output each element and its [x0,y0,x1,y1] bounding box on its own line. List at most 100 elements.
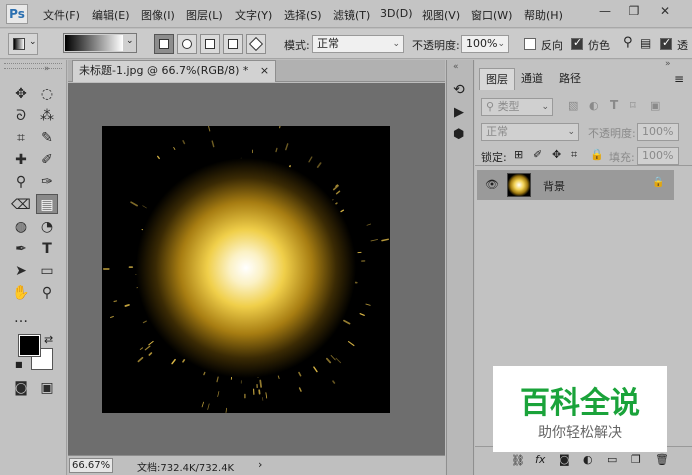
menu-type[interactable]: 文字(Y) [235,7,272,23]
eyedropper-icon[interactable]: ✎ [36,128,58,148]
fill-field[interactable]: 100% [637,147,679,165]
lock-position-icon[interactable]: ✥ [552,148,561,161]
menu-file[interactable]: 文件(F) [43,7,80,23]
type-tool-icon[interactable]: T [36,239,58,259]
opacity-field[interactable]: 100% ⌄ [461,35,509,53]
menu-layer[interactable]: 图层(L) [186,7,223,23]
crop-tool-icon[interactable]: ⌗ [10,128,32,148]
fx-icon[interactable]: fx [535,453,545,466]
lock-all-icon[interactable]: 🔒 [590,148,604,161]
menu-3d[interactable]: 3D(D) [380,7,413,20]
document-tab[interactable]: 未标题-1.jpg @ 66.7%(RGB/8) * × [72,60,277,82]
hand-tool-icon[interactable]: ✋ [10,283,32,303]
collapse-icon[interactable]: » [44,64,50,74]
pen-tool-icon[interactable]: ✒ [10,239,32,259]
clone-stamp-icon[interactable]: ⚲ [10,172,32,192]
tab-channels[interactable]: 通道 [515,68,549,90]
gradient-picker[interactable]: ⌄ [63,33,137,53]
toolbox-grip[interactable] [4,63,62,69]
lock-image-icon[interactable]: ✐ [533,148,542,161]
link-layers-icon[interactable]: ⛓ [511,454,525,467]
image-canvas[interactable] [102,126,390,413]
expand-icon[interactable]: » [665,59,671,69]
tab-layers[interactable]: 图层 [479,68,515,90]
close-tab-icon[interactable]: × [260,64,269,77]
menu-edit[interactable]: 编辑(E) [92,7,130,23]
status-menu-arrow[interactable]: › [258,458,262,471]
more-tools-icon[interactable]: … [10,308,32,328]
collapse-icon[interactable]: « [453,62,459,72]
layer-row[interactable]: 👁 背景 🔒 [477,170,674,200]
path-selection-icon[interactable]: ➤ [10,261,32,281]
diamond-gradient-button[interactable] [246,34,266,54]
add-mask-icon[interactable]: ◙ [559,453,570,466]
reverse-checkbox[interactable] [524,38,536,50]
zoom-field[interactable]: 66.67% [69,458,113,473]
foreground-color-swatch[interactable] [19,335,40,356]
marquee-tool-icon[interactable]: ◌ [36,84,58,104]
reflected-gradient-button[interactable] [223,34,243,54]
magic-wand-icon[interactable]: ⁂ [36,106,58,126]
workspace-icon[interactable]: ▤ [640,36,651,50]
history-panel-icon[interactable]: ⟲ [453,82,465,98]
angle-gradient-button[interactable] [200,34,220,54]
quick-mask-icon[interactable]: ◙ [10,378,32,398]
gradient-tool-icon[interactable]: ▤ [36,194,58,214]
tool-preset-picker[interactable]: ⌄ [8,33,38,55]
minimize-icon[interactable]: — [592,2,618,20]
rectangle-tool-icon[interactable]: ▭ [36,261,58,281]
default-colors-icon[interactable]: ■ [15,360,23,369]
layer-opacity-field[interactable]: 100% [637,123,679,141]
menu-window[interactable]: 窗口(W) [471,7,512,23]
menu-view[interactable]: 视图(V) [422,7,460,23]
lasso-tool-icon[interactable]: ᘐ [10,106,32,126]
menu-help[interactable]: 帮助(H) [524,7,563,23]
linear-gradient-button[interactable] [154,34,174,54]
actions-panel-icon[interactable]: ▶ [454,105,464,120]
screen-mode-icon[interactable]: ▣ [36,378,58,398]
swap-colors-icon[interactable]: ⇄ [44,333,53,346]
panel-menu-icon[interactable]: ≡ [674,72,684,86]
3d-panel-icon[interactable]: ⬢ [453,127,464,142]
lock-transparent-icon[interactable]: ⊞ [514,148,523,161]
adjustment-filter-icon[interactable]: ◐ [589,99,599,112]
mode-select[interactable]: 正常 ⌄ [312,35,404,53]
adjustment-layer-icon[interactable]: ◐ [583,453,593,466]
blend-mode-select[interactable]: 正常 ⌄ [481,123,579,141]
blur-tool-icon[interactable]: ◍ [10,217,32,237]
tab-paths[interactable]: 路径 [553,68,587,90]
menu-image[interactable]: 图像(I) [141,7,175,23]
menu-select[interactable]: 选择(S) [284,7,322,23]
document-workspace[interactable] [68,83,445,455]
visibility-eye-icon[interactable]: 👁 [485,178,499,191]
close-icon[interactable]: ✕ [652,2,678,20]
healing-brush-icon[interactable]: ✚ [10,150,32,170]
document-tab-bar: 未标题-1.jpg @ 66.7%(RGB/8) * × [68,60,445,82]
new-group-icon[interactable]: ▭ [607,453,617,466]
delete-layer-icon[interactable]: 🗑 [655,453,669,466]
zoom-tool-icon[interactable]: ⚲ [36,283,58,303]
shape-filter-icon[interactable]: ⌑ [630,99,636,112]
brush-tool-icon[interactable]: ✐ [36,150,58,170]
menu-bar: Ps 文件(F) 编辑(E) 图像(I) 图层(L) 文字(Y) 选择(S) 滤… [0,0,692,28]
layer-opacity-value: 100% [642,125,674,138]
dodge-tool-icon[interactable]: ◔ [36,217,58,237]
smart-object-filter-icon[interactable]: ▣ [650,99,660,112]
mode-label: 模式: [284,39,310,52]
transparency-checkbox[interactable] [660,36,672,50]
restore-icon[interactable]: ❐ [621,2,647,20]
pixel-filter-icon[interactable]: ▧ [568,99,578,112]
new-layer-icon[interactable]: ❐ [631,453,641,466]
radial-gradient-button[interactable] [177,34,197,54]
search-icon[interactable]: ⚲ [623,35,633,50]
dither-checkbox[interactable] [571,36,583,50]
lock-artboard-icon[interactable]: ⌗ [571,148,577,162]
menu-filter[interactable]: 滤镜(T) [333,7,370,23]
layer-kind-filter[interactable]: ⚲ 类型 ⌄ [481,98,553,116]
layer-name[interactable]: 背景 [543,178,565,194]
type-filter-icon[interactable]: T [610,98,618,112]
eraser-tool-icon[interactable]: ⌫ [10,195,32,215]
history-brush-icon[interactable]: ✑ [36,172,58,192]
document-title: 未标题-1.jpg @ 66.7%(RGB/8) * [79,64,249,77]
move-tool-icon[interactable]: ✥ [10,84,32,104]
